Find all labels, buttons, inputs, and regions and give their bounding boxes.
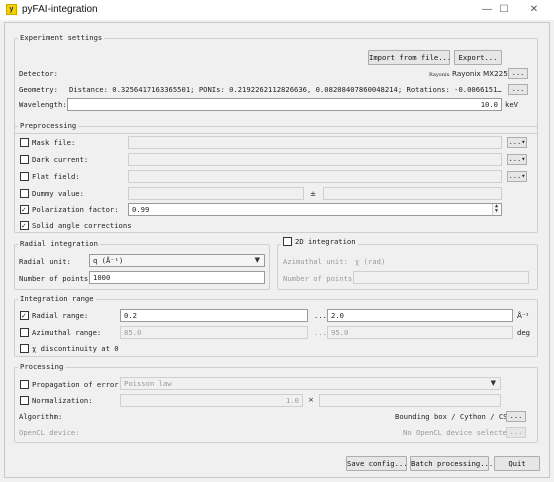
- mask-file-input[interactable]: [128, 136, 502, 149]
- opencl-device-label: OpenCL device:: [19, 428, 80, 437]
- polarization-input[interactable]: 0.99: [128, 203, 502, 216]
- preprocessing-title: Preprocessing: [18, 121, 79, 130]
- title-bar: y pyFAI-integration — ☐ ✕: [0, 0, 554, 20]
- mask-label: Mask file:: [32, 138, 76, 147]
- geometry-select-button[interactable]: ...: [508, 84, 528, 95]
- import-from-file-button[interactable]: Import from file...: [368, 50, 451, 65]
- solid-angle-checkbox[interactable]: [20, 221, 29, 230]
- save-config-button[interactable]: Save config...: [346, 456, 408, 471]
- radial-range-checkbox[interactable]: [20, 311, 29, 320]
- algorithm-value: Bounding box / Cython / CSR: [395, 412, 512, 421]
- normalization-label: Normalization:: [32, 396, 93, 405]
- mask-file-button[interactable]: ...▾: [507, 137, 527, 148]
- radial-range-label: Radial range:: [32, 311, 89, 320]
- close-icon[interactable]: ✕: [522, 2, 546, 18]
- azimuthal-points-label: Number of points:: [283, 274, 357, 283]
- azimuthal-range-max-input[interactable]: 95.0: [327, 326, 513, 339]
- flat-field-input[interactable]: [128, 170, 502, 183]
- azimuthal-range-min-input[interactable]: 85.0: [120, 326, 308, 339]
- radial-range-separator: ...: [314, 311, 327, 320]
- quit-button[interactable]: Quit: [494, 456, 540, 471]
- normalization-input[interactable]: 1.0: [120, 394, 303, 407]
- radial-unit-select[interactable]: q (Å⁻¹) ▼: [89, 254, 265, 267]
- experiment-settings-title: Experiment settings: [18, 33, 105, 42]
- plus-minus-sign: ±: [310, 189, 317, 198]
- solid-angle-label: Solid angle corrections: [32, 221, 132, 230]
- dark-current-label: Dark current:: [32, 155, 89, 164]
- radial-integration-title: Radial integration: [18, 239, 100, 248]
- radial-range-min-input[interactable]: 0.2: [120, 309, 308, 322]
- azimuthal-range-label: Azimuthal range:: [32, 328, 102, 337]
- radial-unit-label: Radial unit:: [19, 257, 71, 266]
- batch-processing-button[interactable]: Batch processing...: [410, 456, 493, 471]
- radial-points-label: Number of points:: [19, 274, 93, 283]
- wavelength-label: Wavelength:: [19, 100, 67, 109]
- geometry-value: Distance: 0.3256417163365501; PONIs: 0.2…: [69, 85, 503, 94]
- chevron-down-icon: ▼: [254, 256, 260, 264]
- dummy-value-checkbox[interactable]: [20, 189, 29, 198]
- integration-2d-title: 2D integration: [295, 237, 356, 246]
- delta-dummy-input[interactable]: [323, 187, 502, 200]
- flat-field-checkbox[interactable]: [20, 172, 29, 181]
- opencl-device-button[interactable]: ...: [506, 427, 526, 438]
- dark-current-checkbox[interactable]: [20, 155, 29, 164]
- app-icon: y: [6, 4, 17, 15]
- polarization-checkbox[interactable]: [20, 205, 29, 214]
- error-model-value: Poisson law: [124, 379, 172, 388]
- normalization-monitor-input[interactable]: [319, 394, 501, 407]
- export-button[interactable]: Export...: [454, 50, 502, 65]
- azimuthal-range-checkbox[interactable]: [20, 328, 29, 337]
- detector-manufacturer: Rayonix: [429, 72, 450, 78]
- flat-field-button[interactable]: ...▾: [507, 171, 527, 182]
- polarization-spinner[interactable]: ▲ ▼: [492, 204, 500, 215]
- error-model-select[interactable]: Poisson law ▼: [120, 377, 501, 390]
- integration-range-title: Integration range: [18, 294, 96, 303]
- radial-range-max-input[interactable]: 2.0: [327, 309, 513, 322]
- detector-select-button[interactable]: ...: [508, 68, 528, 79]
- dark-current-input[interactable]: [128, 153, 502, 166]
- opencl-device-value: No OpenCL device selected: [403, 428, 512, 437]
- azimuthal-unit-value: χ (rad): [355, 257, 386, 266]
- radial-points-input[interactable]: 1000: [89, 271, 265, 284]
- processing-title: Processing: [18, 362, 66, 371]
- error-model-checkbox[interactable]: [20, 380, 29, 389]
- error-model-label: Propagation of error:: [32, 380, 123, 389]
- times-sign: ×: [308, 395, 315, 404]
- flat-field-label: Flat field:: [32, 172, 80, 181]
- detector-model: Rayonix MX225: [452, 69, 508, 78]
- integration-2d-header: 2D integration: [281, 237, 358, 246]
- window-title: pyFAI-integration: [22, 4, 98, 15]
- algorithm-select-button[interactable]: ...: [506, 411, 526, 422]
- chevron-down-icon: ▼: [490, 379, 496, 387]
- dummy-value-label: Dummy value:: [32, 189, 84, 198]
- chi-discontinuity-label: χ discontinuity at 0: [32, 344, 119, 353]
- radial-unit-value: q (Å⁻¹): [93, 256, 124, 265]
- maximize-icon[interactable]: ☐: [492, 2, 516, 18]
- chi-discontinuity-checkbox[interactable]: [20, 344, 29, 353]
- wavelength-input[interactable]: 10.0: [67, 98, 502, 111]
- integration-2d-checkbox[interactable]: [283, 237, 292, 246]
- normalization-checkbox[interactable]: [20, 396, 29, 405]
- dark-current-button[interactable]: ...▾: [507, 154, 527, 165]
- wavelength-unit: keV: [505, 100, 518, 109]
- azimuthal-points-input[interactable]: [353, 271, 529, 284]
- azimuthal-range-unit: deg: [517, 328, 530, 337]
- azimuthal-range-separator: ...: [314, 328, 327, 337]
- geometry-label: Geometry:: [19, 85, 58, 94]
- polarization-label: Polarization factor:: [32, 205, 119, 214]
- mask-checkbox[interactable]: [20, 138, 29, 147]
- radial-range-unit: Å⁻¹: [517, 311, 529, 320]
- algorithm-label: Algorithm:: [19, 412, 63, 421]
- azimuthal-unit-label: Azimuthal unit:: [283, 257, 348, 266]
- detector-label: Detector:: [19, 69, 58, 78]
- dummy-value-input[interactable]: [128, 187, 304, 200]
- main-panel: Experiment settings Import from file... …: [4, 22, 550, 478]
